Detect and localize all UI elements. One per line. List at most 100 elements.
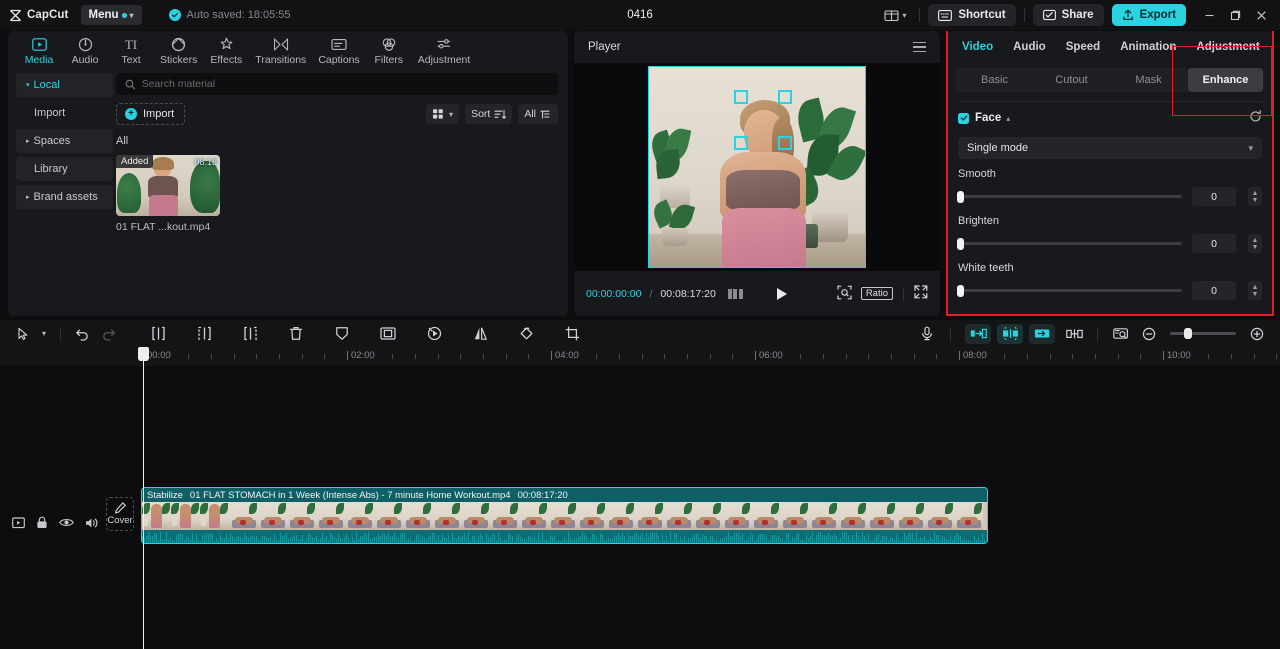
share-button[interactable]: Share <box>1032 4 1104 26</box>
timeline-area[interactable]: 00:00 02:00 04:00 06:00 08:00 10:00 Cover Sta… <box>0 347 1280 649</box>
video-preview[interactable] <box>648 66 866 268</box>
slider-track[interactable] <box>957 190 1182 203</box>
waveform-bar <box>748 537 749 543</box>
slider-stepper[interactable]: ▲ ▼ <box>1248 187 1262 206</box>
auto-fit-button[interactable] <box>997 323 1023 344</box>
mirror-button[interactable] <box>467 323 493 345</box>
tab-adjustment[interactable]: Adjustment <box>1186 31 1269 62</box>
tab-effects[interactable]: Effects <box>203 34 249 66</box>
timeline-ruler[interactable]: 00:00 02:00 04:00 06:00 08:00 10:00 <box>0 347 1280 366</box>
redo-button[interactable] <box>95 323 121 345</box>
waveform-bar <box>914 539 915 543</box>
tab-captions[interactable]: Captions <box>312 34 365 66</box>
tab-audio[interactable]: Audio <box>1003 31 1056 62</box>
sub-tab-mask[interactable]: Mask <box>1111 68 1186 92</box>
select-tool-button[interactable] <box>10 323 36 345</box>
trim-left-button[interactable] <box>191 323 217 345</box>
tab-adjustment[interactable]: Adjustment <box>412 34 477 66</box>
chevron-up-icon[interactable]: ▴ <box>1006 114 1010 123</box>
sort-button[interactable]: Sort <box>465 104 513 124</box>
quality-icon[interactable] <box>727 288 743 299</box>
tab-animation[interactable]: Animation <box>1110 31 1186 62</box>
speed-button[interactable] <box>421 323 447 345</box>
slider-value[interactable]: 0 <box>1192 234 1236 253</box>
search-bar[interactable] <box>116 73 558 95</box>
export-button[interactable]: Export <box>1111 4 1186 26</box>
slider-stepper[interactable]: ▲ ▼ <box>1248 281 1262 300</box>
sidebar-item-label: Import <box>34 107 66 119</box>
grid-view-button[interactable]: ▾ <box>426 104 460 124</box>
tab-audio[interactable]: Audio <box>62 34 108 66</box>
select-tool-dropdown[interactable]: ▾ <box>36 323 52 345</box>
freeze-button[interactable] <box>329 323 355 345</box>
ratio-button[interactable]: Ratio <box>860 287 893 300</box>
zoom-out-button[interactable] <box>1136 323 1162 345</box>
slider-track[interactable] <box>957 284 1182 297</box>
zoom-fit-icon[interactable] <box>837 285 852 303</box>
sub-tab-basic[interactable]: Basic <box>957 68 1032 92</box>
preview-thumbnail-button[interactable] <box>1108 323 1134 345</box>
delete-button[interactable] <box>283 323 309 345</box>
track-visibility[interactable] <box>59 517 74 531</box>
link-button[interactable] <box>1061 323 1087 345</box>
media-item[interactable]: Added 08:18 01 FLAT ...kout.mp4 <box>116 155 220 233</box>
zoom-slider-knob[interactable] <box>1184 328 1192 339</box>
timeline-clip[interactable]: Stabilize 01 FLAT STOMACH in 1 Week (Int… <box>141 487 988 544</box>
tab-media[interactable]: Media <box>16 34 62 66</box>
sidebar-item-brand-assets[interactable]: ▸ Brand assets <box>16 185 113 209</box>
layout-button[interactable]: ▾ <box>879 6 911 25</box>
tab-speed[interactable]: Speed <box>1056 31 1111 62</box>
hamburger-icon[interactable] <box>913 41 926 53</box>
sidebar-item-import[interactable]: Import <box>16 101 113 125</box>
close-button[interactable] <box>1248 2 1274 28</box>
maximize-button[interactable] <box>1222 2 1248 28</box>
slider-knob[interactable] <box>957 237 964 250</box>
tab-video[interactable]: Video <box>952 31 1003 62</box>
reset-icon[interactable] <box>1249 110 1262 126</box>
adapt-left-button[interactable] <box>965 323 991 344</box>
menu-button[interactable]: Menu ▾ <box>80 5 142 25</box>
adapt-right-button[interactable] <box>1029 323 1055 344</box>
slider-track[interactable] <box>957 237 1182 250</box>
search-input[interactable] <box>141 78 549 90</box>
cover-button[interactable]: Cover <box>106 497 134 531</box>
sidebar-item-spaces[interactable]: ▸ Spaces <box>16 129 113 153</box>
playhead-handle[interactable] <box>138 347 149 361</box>
track-lock[interactable] <box>36 516 48 532</box>
slider-value[interactable]: 0 <box>1192 281 1236 300</box>
track-thumbnail-toggle[interactable] <box>12 516 25 532</box>
waveform-bar <box>736 533 737 543</box>
crop-button[interactable] <box>559 323 585 345</box>
slider-stepper[interactable]: ▲ ▼ <box>1248 234 1262 253</box>
tab-text[interactable]: TI Text <box>108 34 154 66</box>
zoom-slider[interactable] <box>1170 328 1236 339</box>
shortcut-button[interactable]: Shortcut <box>928 4 1016 26</box>
slider-value[interactable]: 0 <box>1192 187 1236 206</box>
rotate-button[interactable] <box>513 323 539 345</box>
minimize-button[interactable] <box>1196 2 1222 28</box>
record-voiceover-button[interactable] <box>914 323 940 345</box>
sidebar-item-library[interactable]: Library <box>16 157 113 181</box>
face-mode-select[interactable]: Single mode ▾ <box>958 137 1262 159</box>
track-mute[interactable] <box>85 517 99 532</box>
filter-button[interactable]: All <box>518 104 558 124</box>
media-thumbnail[interactable]: Added 08:18 <box>116 155 220 216</box>
play-icon[interactable] <box>776 287 787 300</box>
face-checkbox[interactable] <box>958 112 969 124</box>
trim-right-button[interactable] <box>237 323 263 345</box>
split-button[interactable] <box>145 323 171 345</box>
tab-stickers[interactable]: Stickers <box>154 34 203 66</box>
fullscreen-icon[interactable] <box>914 285 928 302</box>
slider-knob[interactable] <box>957 190 964 203</box>
sidebar-item-local[interactable]: ▾ Local <box>16 73 113 97</box>
window-controls <box>1196 2 1274 28</box>
tab-filters[interactable]: Filters <box>366 34 412 66</box>
undo-button[interactable] <box>69 323 95 345</box>
sub-tab-cutout[interactable]: Cutout <box>1034 68 1109 92</box>
crop-frame-button[interactable] <box>375 323 401 345</box>
sub-tab-enhance[interactable]: Enhance <box>1188 68 1263 92</box>
tab-transitions[interactable]: Transitions <box>249 34 312 66</box>
slider-knob[interactable] <box>957 284 964 297</box>
import-button[interactable]: + Import <box>116 103 186 125</box>
zoom-in-button[interactable] <box>1244 323 1270 345</box>
